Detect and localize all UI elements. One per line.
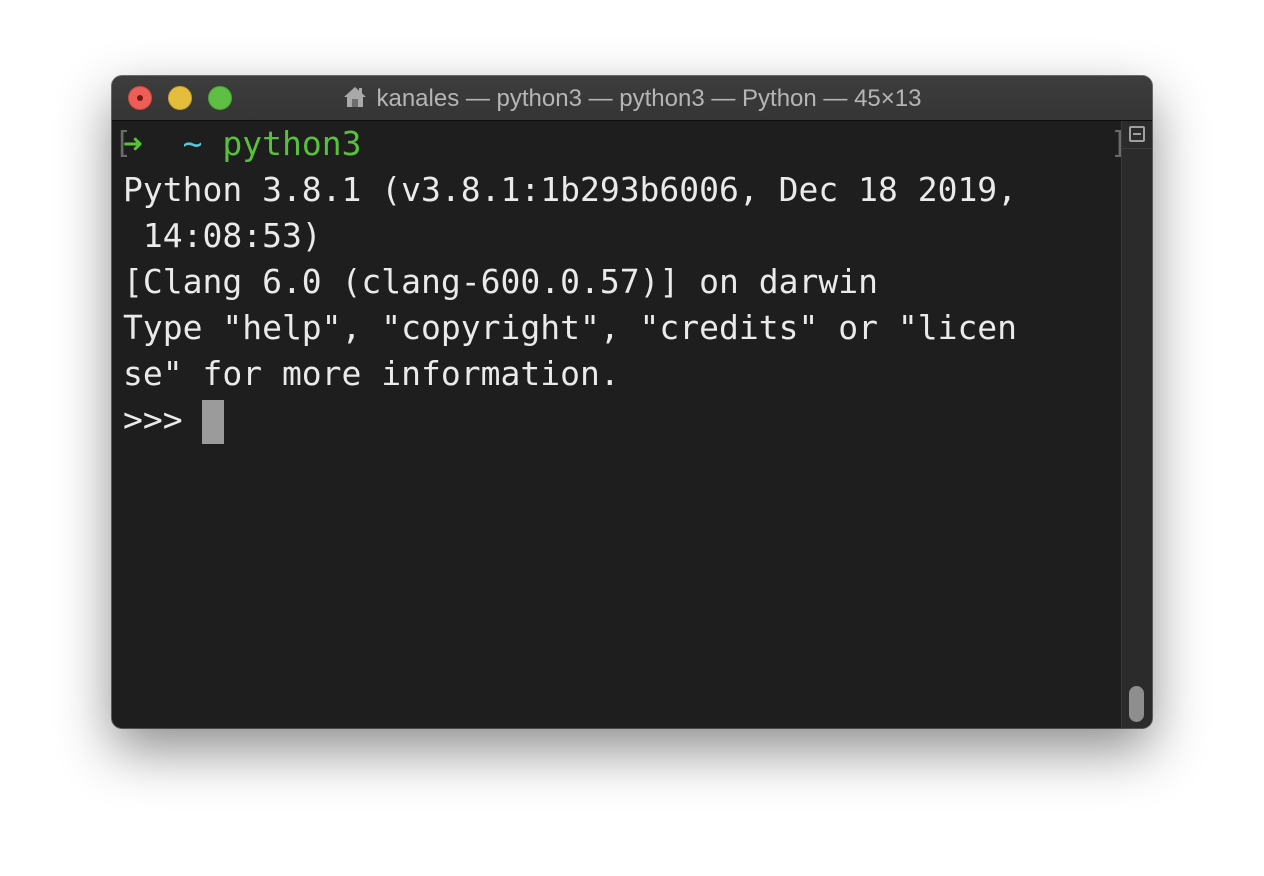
output-line: Python 3.8.1 (v3.8.1:1b293b6006, Dec 18 … xyxy=(123,170,1018,209)
scrollbar-thumb[interactable] xyxy=(1129,686,1144,722)
output-line: Type "help", "copyright", "credits" or "… xyxy=(123,308,1018,347)
output-line: 14:08:53) xyxy=(123,216,322,255)
repl-prompt: >>> xyxy=(123,400,203,439)
scrollbar[interactable] xyxy=(1121,121,1152,728)
shell-prompt-line: ➜ ~ python3 xyxy=(123,121,361,167)
split-pane-toggle-icon[interactable] xyxy=(1129,126,1145,142)
home-icon xyxy=(344,87,367,107)
terminal-content[interactable]: [ ] ➜ ~ python3 Python 3.8.1 (v3.8.1:1b2… xyxy=(112,121,1128,728)
title-bar[interactable]: kanales — python3 — python3 — Python — 4… xyxy=(112,76,1152,121)
text-cursor xyxy=(202,400,225,444)
output-line: se" for more information. xyxy=(123,354,620,393)
output-line: [Clang 6.0 (clang-600.0.57)] on darwin xyxy=(123,262,878,301)
window-title: kanales — python3 — python3 — Python — 4… xyxy=(112,76,1152,120)
window-title-text: kanales — python3 — python3 — Python — 4… xyxy=(376,85,922,112)
scrollbar-divider xyxy=(1122,148,1152,149)
repl-prompt-line: >>> xyxy=(123,397,225,444)
prompt-arrow-icon: ➜ xyxy=(123,124,143,163)
terminal-window: kanales — python3 — python3 — Python — 4… xyxy=(112,76,1152,728)
prompt-directory: ~ xyxy=(182,124,203,163)
prompt-command: python3 xyxy=(222,124,362,163)
